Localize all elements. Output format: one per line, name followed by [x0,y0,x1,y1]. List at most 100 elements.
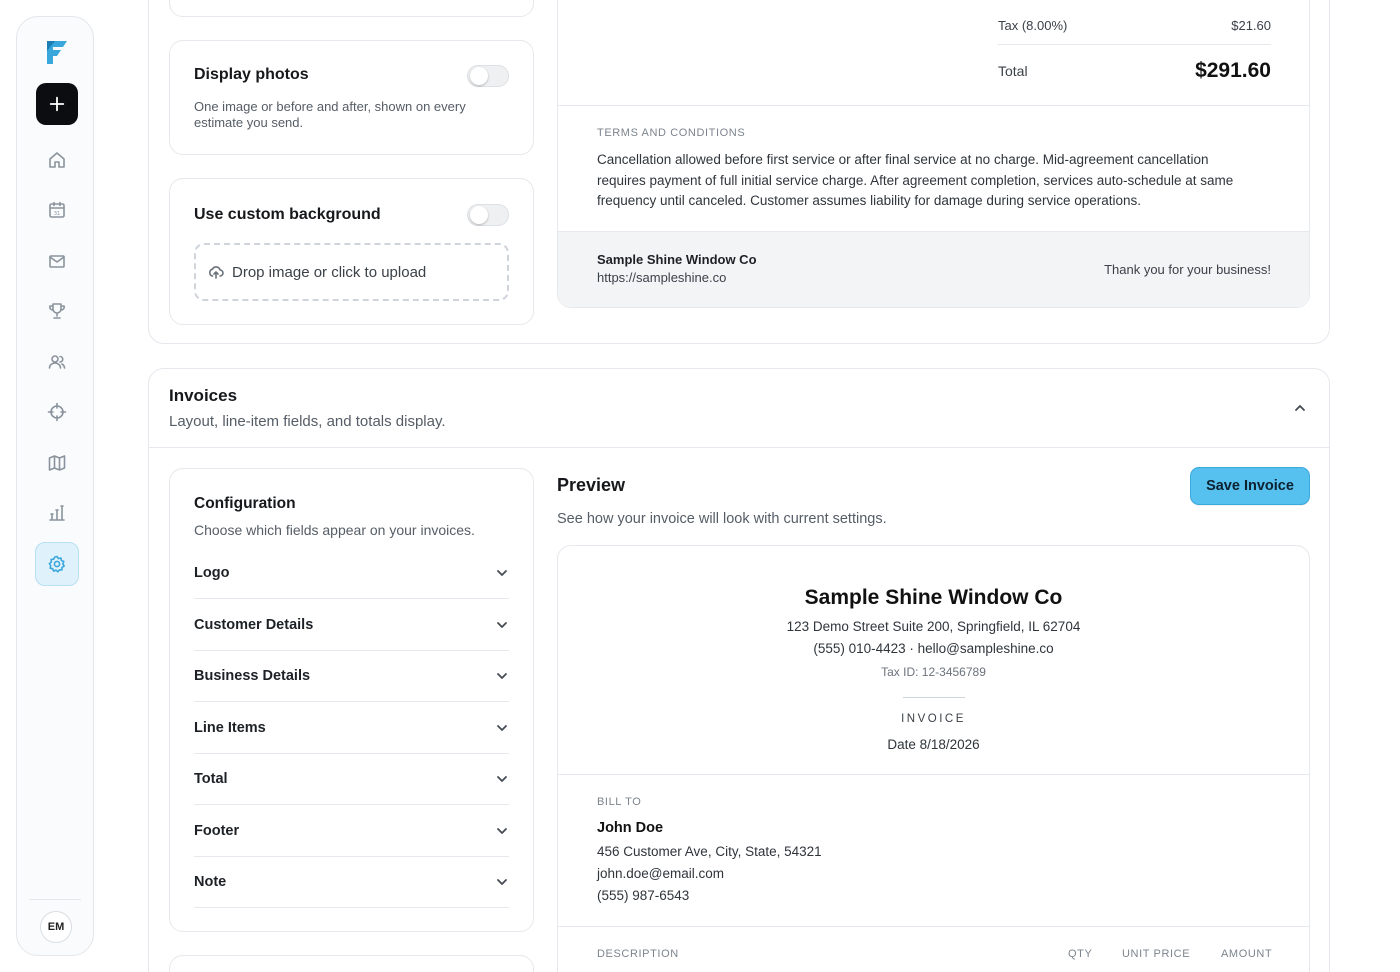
field-label: Line Items [194,719,266,736]
sidebar-item-home[interactable] [35,138,79,182]
column-qty: QTY [1068,948,1093,960]
brand-logo-icon[interactable] [41,37,71,67]
upload-cloud-icon [209,266,224,279]
trophy-icon [49,303,65,319]
users-icon [48,355,66,369]
mail-icon [49,255,65,268]
total-row: Total $291.60 [998,59,1271,83]
display-photos-card: Display photos One image or before and a… [169,40,534,155]
avatar[interactable]: EM [40,911,72,943]
custom-background-title: Use custom background [194,206,381,223]
custom-background-card: Use custom background Drop image or clic… [169,178,534,325]
map-icon [48,455,66,471]
chevron-down-icon [497,775,507,782]
field-customer-details[interactable]: Customer Details [194,599,509,651]
chevron-down-icon [497,827,507,834]
sidebar: 31 EM [16,16,94,956]
sidebar-item-mail[interactable] [35,239,79,283]
column-amount: AMOUNT [1221,948,1273,960]
chevron-up-icon[interactable] [1293,401,1307,415]
total-value: $291.60 [1195,59,1271,82]
display-photos-title: Display photos [194,66,309,83]
invoice-company-contact: (555) 010-4423 · hello@sampleshine.co [813,641,1054,656]
terms-divider [558,105,1309,106]
field-note[interactable]: Note [194,856,509,908]
bill-to-label: BILL TO [597,796,642,808]
total-divider [998,44,1271,45]
background-upload-dropzone[interactable]: Drop image or click to upload [194,243,509,301]
invoices-subtitle: Layout, line-item fields, and totals dis… [169,413,446,430]
estimate-footer: Sample Shine Window Co https://sampleshi… [558,231,1309,307]
invoice-title-divider [903,697,965,698]
tax-row: Tax (8.00%) $21.60 [998,18,1271,33]
invoice-company-address: 123 Demo Street Suite 200, Springfield, … [786,619,1081,634]
column-unit-price: UNIT PRICE [1122,948,1191,960]
custom-background-toggle[interactable] [467,204,509,226]
svg-text:31: 31 [54,211,60,217]
customer-address: 456 Customer Ave, City, State, 54321 [597,844,822,859]
column-description: DESCRIPTION [597,948,679,960]
invoice-tax-id: Tax ID: 12-3456789 [881,665,986,679]
invoice-date: Date 8/18/2026 [887,737,980,752]
preview-title: Preview [557,475,626,495]
customer-email: john.doe@email.com [597,866,725,881]
crosshair-icon [47,402,67,422]
field-footer[interactable]: Footer [194,805,509,857]
sidebar-item-settings[interactable] [35,542,79,586]
field-logo[interactable]: Logo [194,547,509,599]
bar-chart-icon [49,505,65,521]
invoices-header[interactable]: Invoices Layout, line-item fields, and t… [149,369,1329,447]
sidebar-divider [29,899,81,900]
invoices-title: Invoices [169,386,238,405]
display-photos-toggle[interactable] [467,65,509,87]
bill-to-divider [558,926,1309,927]
sidebar-item-reports[interactable] [35,491,79,535]
sidebar-item-calendar[interactable]: 31 [35,188,79,232]
estimate-preview-card: Tax (8.00%) $21.60 Total $291.60 TERMS A… [557,0,1310,308]
field-business-details[interactable]: Business Details [194,650,509,702]
display-photos-description: One image or before and after, shown on … [194,99,466,130]
field-label: Logo [194,564,230,581]
invoice-header-divider [558,774,1309,775]
invoice-setting-card-partial [169,955,534,972]
chevron-down-icon [497,672,507,679]
invoice-doc-type: INVOICE [901,713,966,725]
calendar-icon: 31 [49,201,65,218]
field-label: Footer [194,822,240,839]
total-label: Total [998,63,1028,79]
footer-company: Sample Shine Window Co [597,252,757,267]
tax-value: $21.60 [1231,18,1271,33]
sidebar-item-target[interactable] [35,390,79,434]
field-label: Customer Details [194,616,314,633]
estimates-panel: Display photos One image or before and a… [148,0,1330,344]
sidebar-item-trophy[interactable] [35,289,79,333]
configuration-title: Configuration [194,495,296,512]
terms-text: Cancellation allowed before first servic… [597,152,1234,208]
upload-label: Drop image or click to upload [232,263,427,281]
sidebar-item-map[interactable] [35,441,79,485]
chevron-down-icon [497,569,507,576]
footer-url: https://sampleshine.co [597,270,727,285]
chevron-down-icon [497,724,507,731]
configuration-card: Configuration Choose which fields appear… [169,468,534,932]
invoices-header-divider [149,447,1329,448]
save-invoice-button[interactable]: Save Invoice [1190,467,1310,505]
invoice-company-name: Sample Shine Window Co [804,586,1063,609]
field-label: Business Details [194,667,311,684]
chevron-down-icon [497,878,507,885]
plus-icon [49,96,65,112]
sidebar-item-users[interactable] [35,340,79,384]
configuration-subtitle: Choose which fields appear on your invoi… [194,522,475,538]
field-total[interactable]: Total [194,753,509,805]
field-line-items[interactable]: Line Items [194,702,509,754]
tax-label: Tax (8.00%) [998,18,1068,33]
customer-name: John Doe [597,820,664,836]
terms-label: TERMS AND CONDITIONS [597,127,746,139]
field-label: Total [194,770,228,787]
add-button[interactable] [36,83,78,125]
invoices-panel: Invoices Layout, line-item fields, and t… [148,368,1330,972]
home-icon [49,152,65,168]
chevron-down-icon [497,621,507,628]
field-label: Note [194,873,227,890]
footer-thanks: Thank you for your business! [1104,262,1271,277]
